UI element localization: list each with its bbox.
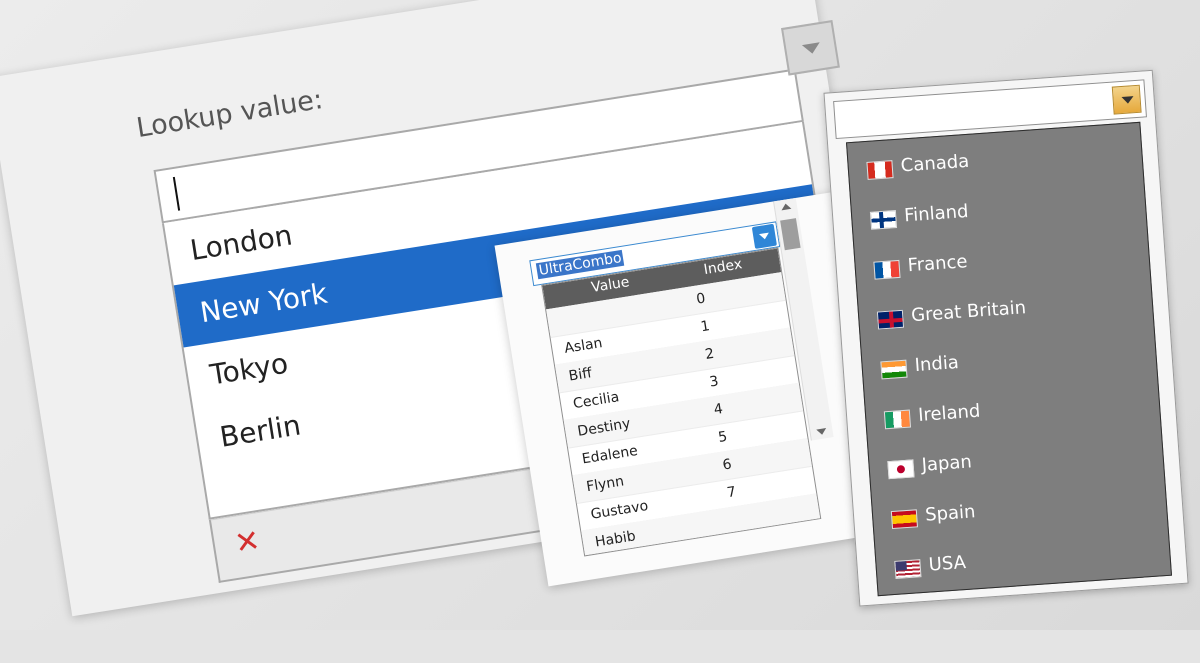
country-label: France — [907, 251, 969, 277]
countries-dropdown-button[interactable] — [1111, 84, 1142, 115]
usa-flag-icon — [894, 559, 922, 579]
list-item[interactable]: Canada — [866, 151, 970, 192]
tilted-group-countries: Canada Finland France Great Britain Indi… — [0, 0, 1200, 628]
country-label: India — [913, 352, 960, 377]
list-item[interactable]: France — [873, 251, 968, 292]
ireland-flag-icon — [883, 409, 912, 430]
japan-flag-icon — [887, 459, 915, 480]
list-item[interactable]: Great Britain — [876, 297, 1027, 342]
country-label: USA — [927, 552, 967, 576]
list-item[interactable]: USA — [894, 551, 967, 591]
france-flag-icon — [873, 259, 901, 280]
spain-flag-icon — [890, 509, 919, 530]
india-flag-icon — [880, 359, 908, 380]
list-item[interactable]: Spain — [890, 501, 976, 541]
country-label: Japan — [920, 451, 973, 476]
countries-panel: Canada Finland France Great Britain Indi… — [823, 69, 1189, 607]
finland-flag-icon — [869, 210, 898, 230]
country-label: Ireland — [917, 400, 982, 426]
country-label: Spain — [924, 501, 977, 526]
chevron-down-icon — [1121, 96, 1134, 104]
country-label: Canada — [900, 150, 970, 177]
list-item[interactable]: Finland — [869, 201, 969, 242]
list-item[interactable]: Ireland — [883, 401, 981, 441]
country-label: Finland — [903, 200, 970, 227]
list-item[interactable]: Japan — [887, 451, 973, 491]
great-britain-flag-icon — [876, 309, 905, 330]
canada-flag-icon — [866, 160, 894, 180]
list-item[interactable]: India — [880, 351, 960, 391]
country-label: Great Britain — [910, 297, 1027, 327]
countries-list[interactable]: Canada Finland France Great Britain Indi… — [845, 121, 1173, 597]
